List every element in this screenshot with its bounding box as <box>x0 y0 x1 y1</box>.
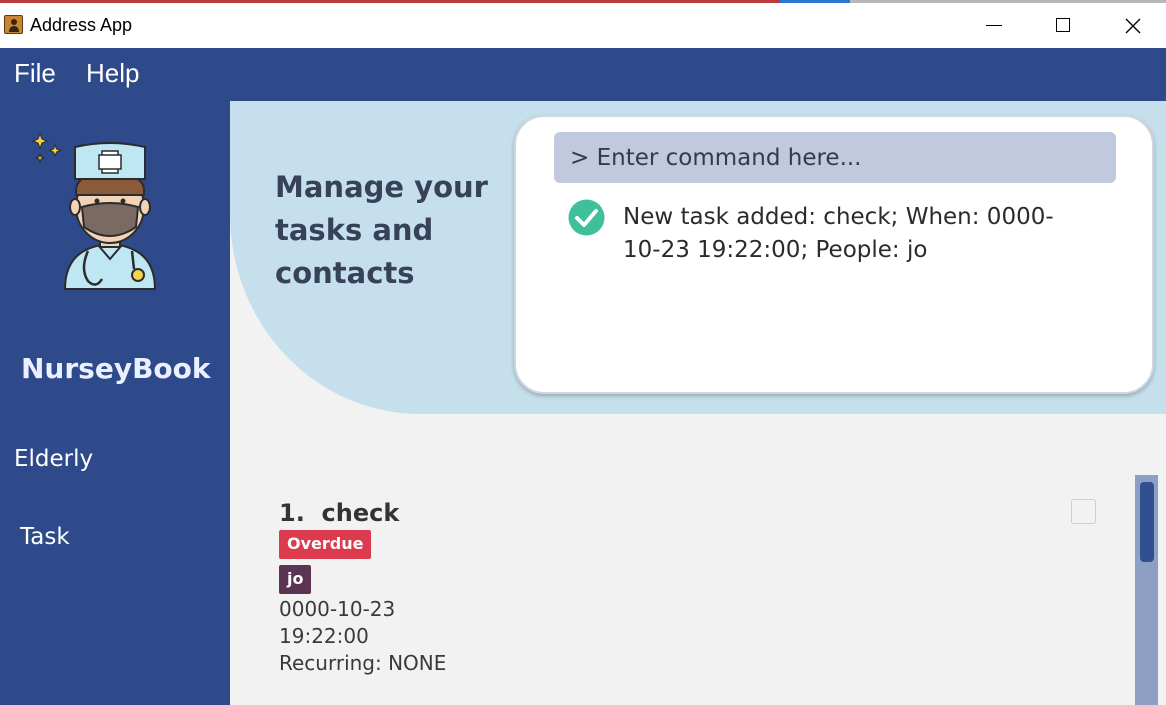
command-card: New task added: check; When: 0000-10-23 … <box>514 115 1154 394</box>
window-title: Address App <box>30 15 133 35</box>
tagline: Manage your tasks and contacts <box>275 170 488 290</box>
address-book-icon <box>4 15 23 34</box>
close-button[interactable] <box>1098 4 1166 48</box>
accent-segment <box>850 0 1166 3</box>
maximize-icon <box>1056 18 1070 32</box>
scrollbar-thumb[interactable] <box>1140 482 1154 562</box>
status-badge: Overdue <box>279 530 372 559</box>
minimize-icon <box>986 25 1002 26</box>
task-list: 1. check Overdue jo 0000-10-23 19:22:00 … <box>230 475 1135 705</box>
task-done-checkbox[interactable] <box>1071 499 1096 524</box>
task-title: 1. check <box>279 499 399 527</box>
brand-name: NurseyBook <box>21 352 211 385</box>
main-panel: Manage your tasks and contacts New task … <box>230 101 1166 705</box>
task-recurring: Recurring: NONE <box>279 651 447 675</box>
nurse-avatar-icon <box>31 132 157 290</box>
check-circle-icon <box>568 199 605 236</box>
task-time: 19:22:00 <box>279 624 369 648</box>
accent-segment <box>780 0 850 3</box>
sidebar-item-task[interactable]: Task <box>20 524 70 550</box>
title-bar: Address App <box>0 4 1166 48</box>
menu-file[interactable]: File <box>14 58 56 89</box>
task-date: 0000-10-23 <box>279 597 396 621</box>
menu-help[interactable]: Help <box>86 58 139 89</box>
command-result-text: New task added: check; When: 0000-10-23 … <box>623 204 1054 263</box>
minimize-button[interactable] <box>959 4 1029 48</box>
task-name: check <box>321 499 400 527</box>
sidebar-item-elderly[interactable]: Elderly <box>14 446 93 472</box>
task-card[interactable]: 1. check Overdue jo 0000-10-23 19:22:00 … <box>279 499 1109 679</box>
maximize-button[interactable] <box>1028 4 1098 48</box>
task-index: 1. <box>279 499 305 527</box>
scrollbar[interactable] <box>1135 475 1158 705</box>
accent-segment <box>0 0 780 3</box>
close-icon <box>1125 18 1141 34</box>
command-input[interactable] <box>554 132 1116 183</box>
person-tag: jo <box>279 565 312 594</box>
sidebar: NurseyBook Elderly Task <box>0 101 230 705</box>
menu-bar: File Help <box>0 48 1166 101</box>
